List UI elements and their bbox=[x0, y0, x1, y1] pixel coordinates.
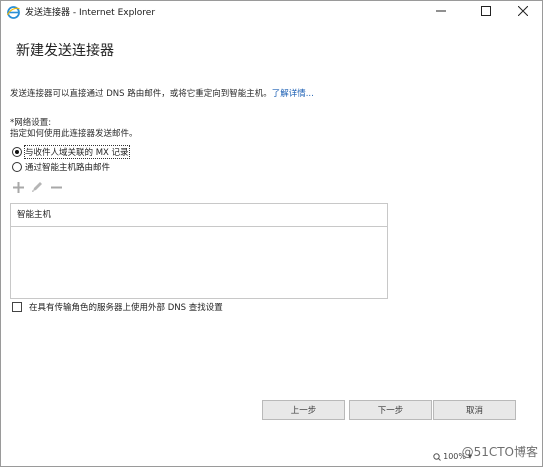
radio-button-checked[interactable] bbox=[12, 147, 22, 157]
description: 发送连接器可以直接通过 DNS 路由邮件，或将它重定向到智能主机。了解详情... bbox=[10, 87, 314, 99]
watermark: @51CTO博客 bbox=[461, 445, 538, 459]
zoom-icon bbox=[433, 452, 441, 461]
internet-explorer-icon bbox=[6, 4, 20, 19]
status-bar: 100% ▾ @51CTO博客 bbox=[1, 441, 542, 466]
browser-window: 发送连接器 - Internet Explorer 新建发送连接器 发送连接器可… bbox=[0, 0, 543, 467]
smart-host-column-header[interactable]: 智能主机 bbox=[11, 204, 387, 227]
window-title: 发送连接器 - Internet Explorer bbox=[25, 8, 156, 18]
remove-icon[interactable] bbox=[48, 180, 64, 194]
radio-smart-host[interactable]: 通过智能主机路由邮件 bbox=[12, 161, 110, 173]
smart-host-toolbar bbox=[10, 180, 67, 194]
maximize-icon bbox=[481, 6, 491, 16]
external-dns-label: 在具有传输角色的服务器上使用外部 DNS 查找设置 bbox=[29, 303, 223, 313]
learn-more-link[interactable]: 了解详情... bbox=[272, 89, 314, 99]
minimize-button[interactable] bbox=[424, 1, 458, 21]
edit-icon[interactable] bbox=[29, 180, 45, 194]
close-button[interactable] bbox=[506, 1, 540, 21]
next-button[interactable]: 下一步 bbox=[349, 400, 432, 420]
radio-smart-host-label: 通过智能主机路由邮件 bbox=[25, 163, 111, 173]
smart-host-list[interactable]: 智能主机 bbox=[10, 203, 388, 299]
radio-button-unchecked[interactable] bbox=[12, 162, 22, 172]
network-settings-hint: 指定如何使用此连接器发送邮件。 bbox=[10, 129, 138, 139]
back-button[interactable]: 上一步 bbox=[262, 400, 345, 420]
external-dns-option[interactable]: 在具有传输角色的服务器上使用外部 DNS 查找设置 bbox=[12, 301, 223, 313]
page-title: 新建发送连接器 bbox=[16, 43, 114, 59]
description-text: 发送连接器可以直接通过 DNS 路由邮件，或将它重定向到智能主机。 bbox=[10, 89, 272, 99]
close-icon bbox=[518, 6, 528, 16]
external-dns-checkbox[interactable] bbox=[12, 302, 22, 312]
cancel-button[interactable]: 取消 bbox=[433, 400, 516, 420]
maximize-button[interactable] bbox=[469, 1, 503, 21]
add-icon[interactable] bbox=[10, 180, 26, 194]
radio-mx-record[interactable]: 与收件人域关联的 MX 记录 bbox=[12, 145, 130, 159]
minimize-icon bbox=[436, 10, 446, 12]
radio-mx-record-label: 与收件人域关联的 MX 记录 bbox=[24, 145, 130, 159]
title-bar: 发送连接器 - Internet Explorer bbox=[1, 1, 542, 23]
